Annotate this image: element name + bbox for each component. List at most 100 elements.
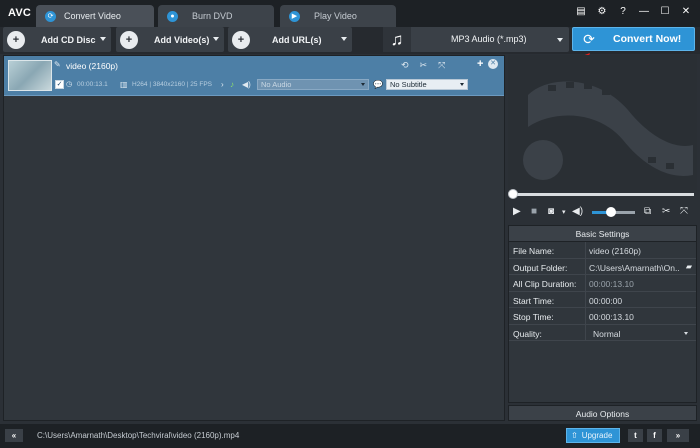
file-list[interactable]: ✎ video (2160p) ⟲ ✂ ⤧ + ✕ ✓ ◷ 00:00:13.1… [3, 55, 505, 421]
chevron-down-icon[interactable] [213, 37, 219, 41]
setting-stop-time[interactable]: Stop Time: 00:00:13.10 [509, 308, 696, 325]
chevron-right-icon: › [221, 80, 224, 89]
maximize-icon[interactable]: ☐ [659, 6, 671, 17]
speaker-icon: ◀) [242, 80, 251, 89]
refresh-icon[interactable]: ⟲ [401, 60, 409, 71]
gear-icon[interactable]: ⚙ [596, 6, 608, 17]
upgrade-icon: ⇧ [571, 431, 578, 440]
cut-icon[interactable]: ✂ [662, 206, 670, 217]
setting-value: 00:00:13.10 [589, 312, 634, 322]
stop-icon[interactable]: ■ [531, 206, 537, 217]
setting-all-clip-duration: All Clip Duration: 00:00:13.10 [509, 275, 696, 292]
setting-value: 00:00:00 [589, 295, 623, 306]
minimize-icon[interactable]: — [638, 6, 650, 17]
tab-convert-video[interactable]: ⟳ Convert Video [36, 5, 154, 27]
subtitle-select[interactable]: No Subtitle [386, 79, 468, 90]
refresh-icon: ⟳ [583, 31, 595, 47]
chevron-down-icon[interactable]: ▾ [562, 208, 566, 216]
clock-icon: ◷ [66, 81, 73, 88]
collapse-left-icon[interactable]: « [5, 429, 23, 442]
tab-label: Burn DVD [192, 11, 233, 21]
subtitle-icon: 💬 [373, 80, 383, 89]
file-checkbox[interactable]: ✓ [55, 80, 64, 89]
app-logo: AVC [8, 7, 32, 19]
chevron-down-icon[interactable] [341, 37, 347, 41]
tab-play-video[interactable]: ▶ Play Video [280, 5, 396, 27]
status-bar: « C:\Users\Amarnath\Desktop\Techviral\vi… [0, 424, 700, 448]
seek-bar[interactable] [512, 193, 694, 196]
remove-icon[interactable]: ✕ [488, 59, 498, 69]
add-cd-label: Add CD Disc [41, 34, 96, 45]
folder-icon[interactable]: ▰ [686, 262, 692, 271]
add-video-button[interactable]: + Add Video(s) [116, 27, 224, 52]
camera-icon[interactable]: ◙ [548, 206, 554, 217]
speaker-icon[interactable]: ◀) [572, 206, 583, 217]
expand-right-icon[interactable]: » [667, 429, 689, 442]
setting-label: Stop Time: [513, 312, 554, 322]
tab-burn-dvd[interactable]: ● Burn DVD [158, 5, 274, 27]
chevron-down-icon[interactable] [100, 37, 106, 41]
row-actions: ⟲ ✂ ⤧ [401, 60, 445, 71]
cut-icon[interactable]: ✂ [420, 60, 428, 71]
setting-label: All Clip Duration: [513, 279, 577, 289]
add-url-button[interactable]: + Add URL(s) [228, 27, 352, 52]
audio-value: No Audio [261, 80, 292, 89]
convert-now-label: Convert Now! [613, 33, 682, 45]
setting-value: 00:00:13.10 [589, 279, 634, 289]
seek-handle[interactable] [508, 189, 518, 199]
preview-panel [508, 55, 697, 190]
video-thumbnail [8, 60, 52, 91]
play-icon: ▶ [289, 10, 300, 22]
setting-quality[interactable]: Quality: Normal [509, 324, 696, 341]
audio-options-header[interactable]: Audio Options [508, 405, 697, 421]
video-info: H264 | 3840x2160 | 25 FPS [132, 81, 212, 88]
close-icon[interactable]: ✕ [680, 6, 692, 17]
add-cd-disc-button[interactable]: + Add CD Disc [3, 27, 111, 52]
add-video-label: Add Video(s) [154, 34, 210, 45]
setting-label: Output Folder: [513, 262, 568, 273]
log-icon[interactable]: ▤ [575, 6, 587, 17]
tab-label: Play Video [314, 11, 357, 21]
add-icon[interactable]: + [477, 58, 483, 70]
setting-label: Quality: [513, 328, 542, 339]
setting-start-time[interactable]: Start Time: 00:00:00 [509, 291, 696, 308]
title-bar: AVC ⟳ Convert Video ● Burn DVD ▶ Play Vi… [0, 0, 700, 27]
facebook-icon[interactable]: f [647, 429, 662, 442]
effects-icon[interactable]: ⤧ [438, 60, 445, 71]
chevron-down-icon [361, 83, 365, 86]
file-row[interactable]: ✎ video (2160p) ⟲ ✂ ⤧ + ✕ ✓ ◷ 00:00:13.1… [4, 56, 504, 96]
output-path: C:\Users\Amarnath\Desktop\Techviral\vide… [37, 431, 240, 440]
setting-value: C:\Users\Amarnath\On... [589, 262, 679, 273]
audio-track-icon: ♪ [230, 80, 234, 89]
globe-add-icon: + [232, 30, 250, 49]
effects-icon[interactable]: ⤧ [680, 206, 688, 217]
film-icon: ▥ [120, 80, 128, 89]
output-format-select[interactable]: ♫ MP3 Audio (*.mp3) [383, 27, 569, 52]
settings-header[interactable]: Basic Settings [509, 226, 696, 242]
subtitle-value: No Subtitle [390, 80, 427, 89]
file-name: video (2160p) [66, 61, 118, 71]
chevron-down-icon [557, 38, 563, 42]
twitter-icon[interactable]: t [628, 429, 643, 442]
window-controls: ▤ ⚙ ? — ☐ ✕ [575, 6, 692, 17]
disc-icon: ● [167, 10, 178, 22]
chevron-down-icon [684, 331, 688, 335]
output-format-label: MP3 Audio (*.mp3) [451, 34, 527, 44]
setting-label: File Name: [513, 246, 555, 256]
setting-label: Start Time: [513, 295, 555, 306]
setting-output-folder[interactable]: Output Folder: C:\Users\Amarnath\On... ▰ [509, 258, 696, 275]
music-note-icon: ♫ [383, 27, 411, 52]
pencil-icon[interactable]: ✎ [54, 60, 61, 69]
upgrade-button[interactable]: ⇧ Upgrade [566, 428, 620, 443]
basic-settings-panel: Basic Settings File Name: video (2160p) … [508, 225, 697, 403]
window-icon[interactable]: ⧉ [644, 206, 651, 217]
film-add-icon: + [120, 30, 138, 49]
convert-now-button[interactable]: ⟳ Convert Now! [572, 27, 695, 51]
film-reel-icon [523, 81, 693, 180]
help-icon[interactable]: ? [617, 6, 629, 17]
setting-file-name[interactable]: File Name: video (2160p) [509, 242, 696, 259]
audio-select[interactable]: No Audio [257, 79, 369, 90]
refresh-icon: ⟳ [45, 10, 56, 22]
file-duration: 00:00:13.1 [77, 81, 108, 88]
play-icon[interactable]: ▶ [513, 206, 521, 217]
